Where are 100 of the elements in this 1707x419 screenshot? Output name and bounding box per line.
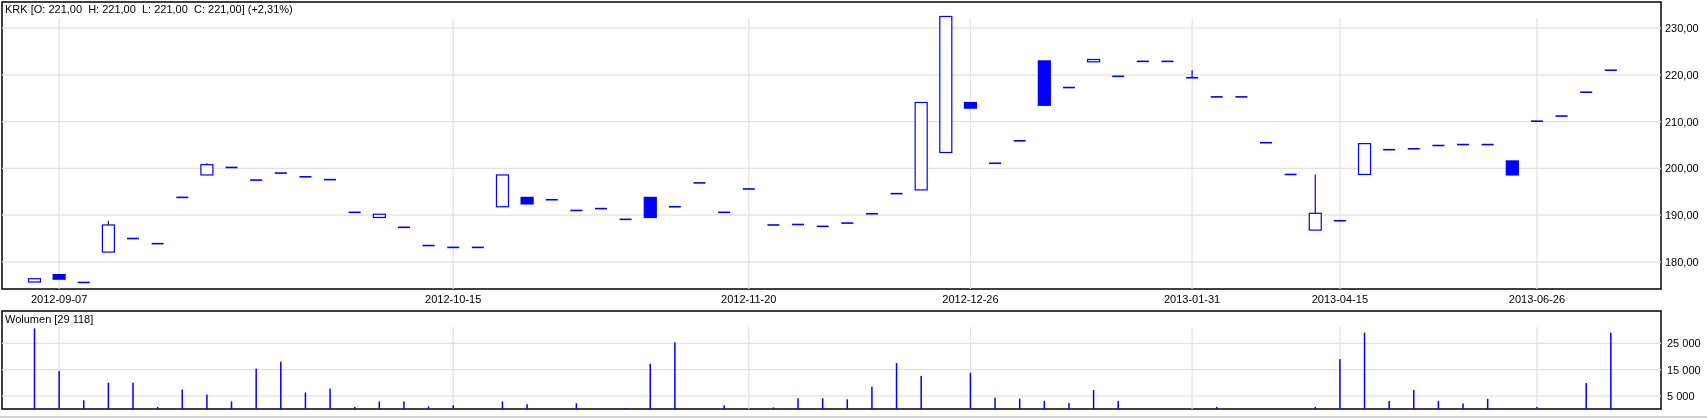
volume-bar [156, 406, 159, 409]
axis-label: 180,00 [1665, 255, 1699, 268]
volume-bar [107, 382, 110, 409]
axis-label: 25 000 [1667, 337, 1701, 350]
date-label: 2012-12-26 [942, 293, 999, 305]
candlestick [1456, 143, 1470, 146]
candlestick [274, 172, 288, 174]
candlestick [1111, 75, 1125, 78]
candlestick [249, 179, 263, 181]
chart-legend: KRK [O: 221,00 H: 221,00 L: 221,00 C: 221,00] (+2,31%) [5, 3, 293, 15]
candlestick [397, 226, 411, 229]
candlestick [741, 188, 756, 190]
volume-bar [1486, 398, 1489, 409]
volume-bar [353, 406, 356, 409]
candlestick [692, 182, 707, 184]
candlestick [1012, 140, 1027, 142]
date-label: 2012-11-20 [721, 293, 777, 305]
volume-bar [821, 398, 824, 409]
volume-bar [846, 399, 849, 409]
candlestick [150, 242, 165, 245]
candlestick [963, 101, 978, 109]
candlestick [1160, 60, 1175, 63]
candlestick [1308, 173, 1322, 231]
volume-bar [969, 372, 972, 409]
candlestick [1209, 96, 1224, 98]
volume-bar [427, 406, 430, 409]
candlestick [1037, 60, 1051, 106]
candlestick [643, 196, 657, 219]
candlestick [1431, 144, 1446, 147]
candlestick [446, 246, 460, 249]
axis-label: 15 000 [1667, 363, 1701, 376]
axis-label: 210,00 [1665, 115, 1699, 128]
volume-bar [501, 401, 504, 409]
volume-bar [378, 401, 381, 409]
candlestick [76, 281, 91, 284]
date-label: 2012-09-07 [31, 293, 88, 305]
volume-bar [1043, 400, 1046, 409]
candlestick [175, 196, 190, 199]
candlestick [791, 223, 805, 226]
date-label: 2012-10-15 [425, 293, 482, 305]
candlestick [1382, 148, 1396, 151]
candlestick [815, 225, 830, 228]
candlestick [200, 162, 214, 176]
candlestick [347, 211, 362, 214]
axis-label: 220,00 [1665, 68, 1699, 81]
candlestick [495, 174, 510, 208]
candlestick [1087, 58, 1101, 63]
candlestick [594, 207, 608, 210]
date-label: 2013-01-31 [1163, 293, 1221, 305]
volume-bar [181, 389, 184, 409]
volume-bar [1437, 400, 1440, 409]
date-label: 2013-04-15 [1311, 293, 1369, 305]
candlestick [323, 178, 337, 181]
candlestick [717, 211, 731, 214]
candlestick [126, 237, 140, 240]
candlestick [1579, 91, 1593, 93]
candlestick [1283, 173, 1298, 176]
candlestick [1185, 69, 1199, 79]
volume-bar [304, 392, 307, 409]
volume-bar [895, 363, 898, 409]
candlestick [1530, 120, 1544, 122]
candlestick [1333, 219, 1347, 222]
candlestick [471, 246, 485, 249]
axis-label: 230,00 [1665, 22, 1699, 35]
date-label: 2013-06-26 [1508, 293, 1566, 305]
candlestick [569, 209, 584, 212]
volume-bar [1018, 398, 1021, 409]
candlestick [1234, 96, 1249, 98]
candlestick [520, 196, 534, 205]
candlestick [27, 278, 42, 283]
candlestick [372, 213, 386, 219]
volume-bar [575, 403, 578, 409]
volume-bar [1092, 390, 1095, 409]
axis-label: 5 000 [1667, 389, 1695, 402]
chart-legend: Wolumen [29 118] [5, 313, 94, 325]
axis-label: 190,00 [1665, 209, 1699, 222]
candlestick [865, 212, 879, 215]
candlestick [1604, 69, 1618, 72]
candlestick [1259, 141, 1273, 144]
candlestick [1480, 143, 1495, 146]
candlestick [1062, 86, 1076, 89]
candlestick [421, 244, 436, 247]
candlestick [1357, 143, 1372, 176]
candlestick [988, 162, 1002, 165]
candlestick [224, 166, 239, 169]
candlestick [889, 192, 904, 195]
candlestick [618, 218, 633, 221]
candlestick [544, 198, 559, 201]
candlestick [766, 224, 781, 226]
candlestick [668, 205, 682, 208]
volume-bar [230, 401, 233, 409]
candlestick [298, 176, 313, 178]
candlestick [52, 273, 66, 280]
candlestick [1136, 60, 1150, 63]
candlestick [1407, 147, 1421, 150]
candlestick [840, 222, 855, 224]
axis-label: 200,00 [1665, 162, 1699, 175]
candlestick [1554, 115, 1569, 117]
candlestick [101, 220, 115, 253]
candlestick [1505, 160, 1519, 176]
